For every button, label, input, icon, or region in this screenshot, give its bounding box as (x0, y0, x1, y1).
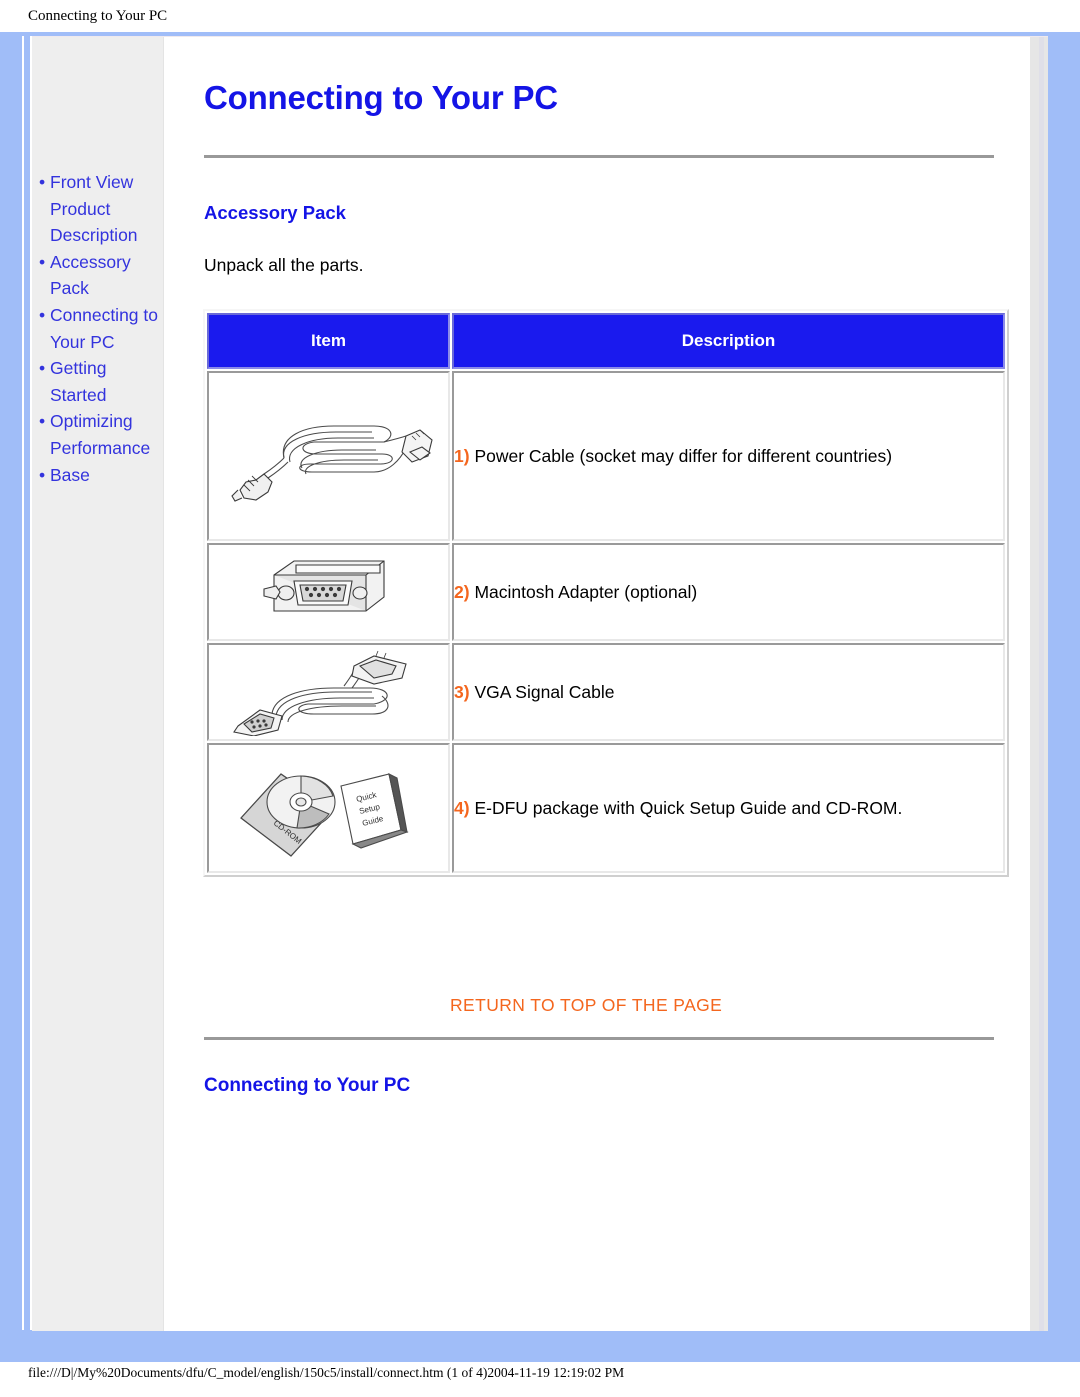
divider-top (204, 155, 994, 159)
return-to-top-link[interactable]: RETURN TO TOP OF THE PAGE (450, 995, 722, 1016)
column-header-description: Description (452, 313, 1005, 369)
cdrom-package-image-cell: CD-ROM Quick Setup Guide (207, 743, 450, 873)
macintosh-adapter-icon (262, 560, 385, 612)
item-description: Macintosh Adapter (optional) (474, 581, 698, 602)
table-row: 2) Macintosh Adapter (optional) (207, 543, 1005, 641)
table-cell-description: 2) Macintosh Adapter (optional) (452, 543, 1005, 641)
item-number: 1) (454, 445, 470, 466)
column-header-item: Item (207, 313, 450, 369)
table-cell-description: 3) VGA Signal Cable (452, 643, 1005, 741)
main-content: Connecting to Your PC Accessory Pack Unp… (165, 37, 1030, 1331)
power-cable-image-cell (207, 371, 450, 541)
vga-signal-cable-icon (232, 650, 407, 736)
page-title: Connecting to Your PC (204, 79, 558, 116)
bullet-icon: • (39, 358, 46, 379)
accessory-pack-heading: Accessory Pack (204, 202, 346, 223)
bullet-icon: • (39, 251, 46, 272)
item-number: 3) (454, 681, 470, 702)
table-header-row: Item Description (207, 313, 1005, 369)
table-row: CD-ROM Quick Setup Guide 4) E-DFU packag… (207, 743, 1005, 873)
vertical-scrollbar[interactable] (1029, 37, 1048, 1331)
browser-print-header: Connecting to Your PC (0, 0, 1080, 32)
cdrom-package-icon: CD-ROM Quick Setup Guide (239, 772, 409, 857)
sidebar-item-label: Front View Product Description (50, 172, 138, 246)
macintosh-adapter-image-cell (207, 543, 450, 641)
item-number: 4) (454, 797, 470, 818)
sidebar-item-base[interactable]: • Base (38, 462, 166, 489)
sidebar-item-label: Base (50, 464, 90, 485)
bullet-icon: • (39, 304, 46, 325)
bullet-icon: • (39, 464, 46, 485)
sidebar-list: • Front View Product Description • Acces… (38, 169, 166, 488)
bullet-icon: • (39, 172, 46, 192)
table-cell-description: 1) Power Cable (socket may differ for di… (452, 371, 1005, 541)
table-cell-description: 4) E-DFU package with Quick Setup Guide … (452, 743, 1005, 873)
table-row: 1) Power Cable (socket may differ for di… (207, 371, 1005, 541)
bullet-icon: • (39, 411, 46, 432)
connecting-to-your-pc-heading: Connecting to Your PC (204, 1075, 411, 1096)
frame-gap-left (22, 36, 24, 1330)
browser-print-footer: file:///D|/My%20Documents/dfu/C_model/en… (0, 1362, 1080, 1397)
sidebar-item-front-view-product-description[interactable]: • Front View Product Description (38, 169, 166, 249)
power-cable-icon (230, 425, 433, 502)
sidebar-item-label: Connecting to Your PC (50, 304, 158, 352)
sidebar-item-optimizing-performance[interactable]: • Optimizing Performance (38, 408, 166, 461)
sidebar-item-connecting-to-your-pc[interactable]: • Connecting to Your PC (38, 302, 166, 355)
sidebar-item-label: Optimizing Performance (50, 411, 151, 458)
sidebar-navigation: • Front View Product Description • Acces… (32, 37, 164, 1331)
vga-signal-cable-image-cell (207, 643, 450, 741)
item-description: E-DFU package with Quick Setup Guide and… (474, 797, 903, 818)
sidebar-item-accessory-pack[interactable]: • Accessory Pack (38, 249, 166, 302)
item-description: VGA Signal Cable (474, 681, 615, 702)
accessory-pack-table: Item Description 1) Power Cable (socket … (203, 309, 1009, 877)
divider-bottom (204, 1037, 994, 1041)
page-card: • Front View Product Description • Acces… (32, 36, 1048, 1331)
sidebar-item-label: Accessory Pack (50, 251, 131, 299)
item-description: Power Cable (socket may differ for diffe… (474, 445, 893, 466)
item-number: 2) (454, 581, 470, 602)
intro-text: Unpack all the parts. (204, 255, 364, 275)
table-row: 3) VGA Signal Cable (207, 643, 1005, 741)
sidebar-item-getting-started[interactable]: • Getting Started (38, 355, 166, 408)
sidebar-item-label: Getting Started (50, 358, 107, 405)
scrollbar-thumb[interactable] (1039, 37, 1044, 1331)
